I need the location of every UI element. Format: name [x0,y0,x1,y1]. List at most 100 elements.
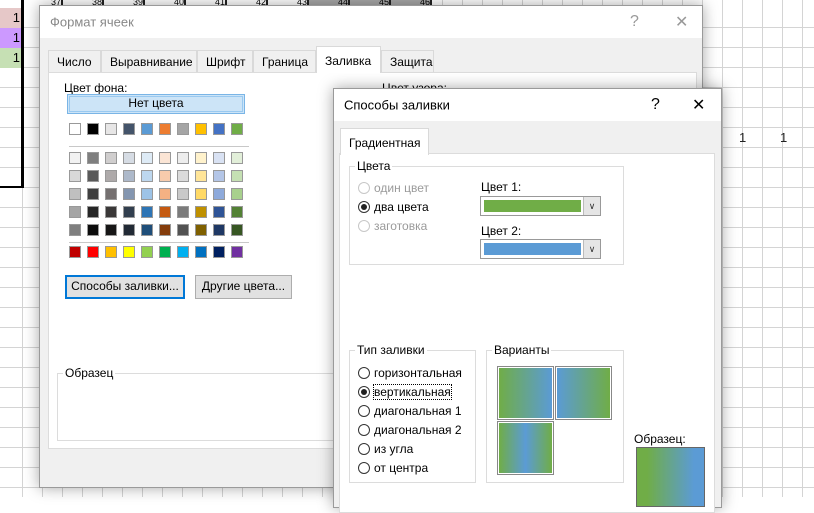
fill-type-radio[interactable]: от центра [358,461,428,475]
color-swatch[interactable] [195,170,207,182]
cell-value[interactable]: 1 [0,28,22,48]
color1-dropdown[interactable]: ∨ [480,196,601,216]
chevron-down-icon[interactable]: ∨ [583,197,600,215]
color-swatch[interactable] [159,170,171,182]
cell-value[interactable]: 1 [780,130,787,145]
color-swatch[interactable] [123,152,135,164]
color-swatch[interactable] [213,123,225,135]
tab-2[interactable]: Шрифт [197,50,253,72]
color-swatch[interactable] [141,224,153,236]
cell-value[interactable]: 1 [739,130,746,145]
color-swatch[interactable] [213,206,225,218]
color-swatch[interactable] [105,224,117,236]
color-swatch[interactable] [213,224,225,236]
color-swatch[interactable] [69,123,81,135]
color-swatch[interactable] [123,206,135,218]
tab-3[interactable]: Граница [253,50,316,72]
color-swatch[interactable] [69,188,81,200]
color-swatch[interactable] [105,246,117,258]
color-swatch[interactable] [231,206,243,218]
color-swatch[interactable] [123,224,135,236]
variant-2[interactable] [555,366,612,420]
color-swatch[interactable] [105,170,117,182]
color-swatch[interactable] [159,188,171,200]
color-swatch[interactable] [177,188,189,200]
tab-1[interactable]: Выравнивание [101,50,197,72]
color-swatch[interactable] [159,224,171,236]
close-icon[interactable]: ✕ [692,95,705,115]
tab-5[interactable]: Защита [381,50,434,72]
color-swatch[interactable] [195,188,207,200]
color-swatch[interactable] [231,188,243,200]
color-swatch[interactable] [123,123,135,135]
color-swatch[interactable] [177,246,189,258]
color-swatch[interactable] [123,246,135,258]
tab-4[interactable]: Заливка [316,46,381,73]
fill-effects-button[interactable]: Способы заливки... [65,275,185,299]
color-swatch[interactable] [87,152,99,164]
color-swatch[interactable] [159,123,171,135]
color-swatch[interactable] [69,206,81,218]
color-swatch[interactable] [87,170,99,182]
color-swatch[interactable] [87,123,99,135]
color-swatch[interactable] [231,152,243,164]
color-swatch[interactable] [105,123,117,135]
color-swatch[interactable] [231,246,243,258]
color-swatch[interactable] [213,246,225,258]
color-swatch[interactable] [177,224,189,236]
color-swatch[interactable] [87,224,99,236]
fill-type-radio[interactable]: горизонтальная [358,366,462,380]
color-swatch[interactable] [123,188,135,200]
color-swatch[interactable] [141,188,153,200]
color-swatch[interactable] [231,170,243,182]
color-swatch[interactable] [87,246,99,258]
color-swatch[interactable] [105,188,117,200]
variant-3[interactable] [497,421,554,475]
fill-type-radio[interactable]: диагональная 2 [358,423,462,437]
color-swatch[interactable] [69,246,81,258]
tab-0[interactable]: Число [48,50,101,72]
color-swatch[interactable] [141,206,153,218]
fill-type-radio[interactable]: вертикальная [358,384,452,400]
color-swatch[interactable] [141,170,153,182]
color-swatch[interactable] [141,123,153,135]
variant-1[interactable] [496,365,555,421]
cell-value[interactable]: 1 [0,48,22,68]
color-swatch[interactable] [177,206,189,218]
color-option-radio[interactable]: два цвета [358,200,429,214]
color-swatch[interactable] [141,152,153,164]
no-color-button[interactable]: Нет цвета [67,94,245,114]
color2-dropdown[interactable]: ∨ [480,239,601,259]
color-swatch[interactable] [195,246,207,258]
color-swatch[interactable] [213,188,225,200]
more-colors-button[interactable]: Другие цвета... [195,275,292,299]
color-swatch[interactable] [159,206,171,218]
color-swatch[interactable] [69,170,81,182]
fill-type-radio[interactable]: диагональная 1 [358,404,462,418]
color-swatch[interactable] [159,246,171,258]
tab-gradient[interactable]: Градиентная [340,128,430,155]
color-swatch[interactable] [105,152,117,164]
help-icon[interactable]: ? [651,96,660,114]
color-swatch[interactable] [69,152,81,164]
color-swatch[interactable] [213,170,225,182]
close-icon[interactable]: ✕ [675,12,688,32]
color-swatch[interactable] [141,246,153,258]
chevron-down-icon[interactable]: ∨ [583,240,600,258]
color-swatch[interactable] [195,123,207,135]
color-swatch[interactable] [195,152,207,164]
color-swatch[interactable] [195,224,207,236]
color-swatch[interactable] [177,123,189,135]
cell-value[interactable]: 1 [0,8,22,28]
color-swatch[interactable] [177,152,189,164]
color-swatch[interactable] [195,206,207,218]
color-swatch[interactable] [87,206,99,218]
help-icon[interactable]: ? [630,13,639,31]
color-swatch[interactable] [231,224,243,236]
color-swatch[interactable] [87,188,99,200]
color-swatch[interactable] [123,170,135,182]
color-swatch[interactable] [213,152,225,164]
color-swatch[interactable] [69,224,81,236]
color-swatch[interactable] [177,170,189,182]
color-swatch[interactable] [105,206,117,218]
